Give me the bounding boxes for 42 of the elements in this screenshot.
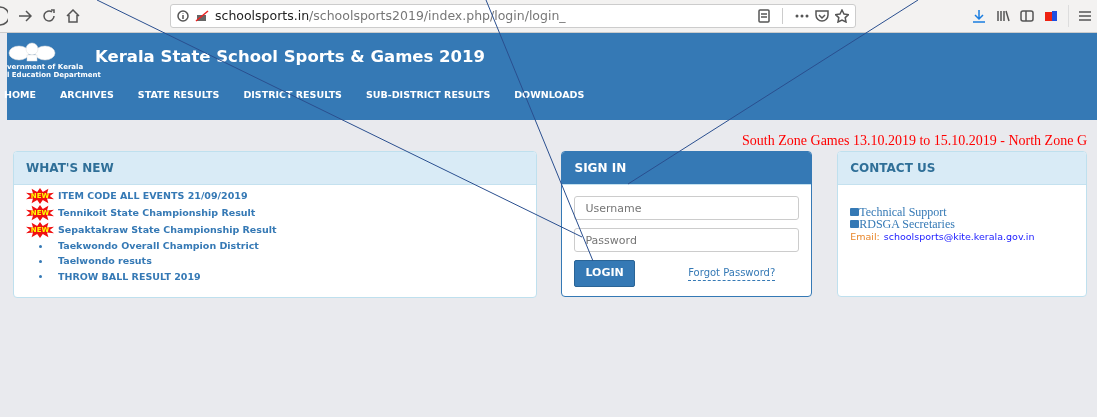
info-icon[interactable] [177, 10, 189, 22]
panel-title: SIGN IN [562, 152, 812, 185]
bullet-icon [38, 275, 42, 279]
username-field[interactable]: Username [574, 196, 800, 220]
email-link[interactable]: schoolsports@kite.kerala.gov.in [883, 230, 1035, 245]
nav-link[interactable]: DOWNLOADS [514, 88, 585, 103]
forgot-password-link[interactable]: Forgot Password? [688, 265, 776, 282]
back-icon[interactable] [0, 6, 8, 26]
nav-link[interactable]: ARCHIVES [60, 88, 114, 103]
login-button[interactable]: LOGIN [574, 260, 635, 287]
scrolling-announcement: South Zone Games 13.10.2019 to 15.10.2019 - North Zone G [741, 132, 1088, 150]
forward-arrow-icon[interactable] [18, 9, 32, 23]
site-title: Kerala State School Sports & Games 2019 [95, 46, 485, 68]
news-link[interactable]: THROW BALL RESULT 2019 [58, 269, 201, 284]
square-bullet-icon [850, 220, 860, 228]
email-label: Email: [850, 230, 880, 244]
sidebar-icon[interactable] [1020, 10, 1034, 22]
reader-view-icon[interactable] [758, 9, 770, 23]
news-link[interactable]: Tennikoit State Championship Result [58, 205, 256, 221]
square-bullet-icon [850, 208, 860, 216]
library-icon[interactable] [996, 10, 1010, 22]
nav-link[interactable]: DISTRICT RESULTS [243, 88, 342, 103]
more-dots-icon[interactable] [795, 14, 809, 18]
panel-title: CONTACT US [838, 152, 1086, 185]
star-icon[interactable] [835, 9, 849, 23]
menu-icon[interactable] [1079, 10, 1091, 22]
news-link[interactable]: Sepaktakraw State Championship Result [58, 222, 277, 238]
password-field[interactable]: Password [574, 228, 800, 252]
contact-link[interactable]: Technical Support [859, 206, 947, 218]
download-icon[interactable] [972, 9, 986, 23]
news-link[interactable]: Taekwondo Overall Champion District [58, 239, 259, 254]
reload-icon[interactable] [42, 9, 56, 23]
bullet-icon [38, 244, 42, 248]
news-link[interactable]: ITEM CODE ALL EVENTS 21/09/2019 [58, 188, 248, 204]
panel-title: WHAT'S NEW [14, 152, 537, 185]
home-icon[interactable] [66, 9, 80, 23]
pocket-icon[interactable] [815, 10, 829, 22]
nav-link[interactable]: SUB-DISTRICT RESULTS [365, 88, 491, 103]
nav-link[interactable]: STATE RESULTS [137, 88, 220, 103]
bullet-icon [38, 259, 42, 263]
news-link[interactable]: Taelwondo resuts [58, 254, 152, 269]
contact-link[interactable]: RDSGA Secretaries [859, 218, 955, 230]
